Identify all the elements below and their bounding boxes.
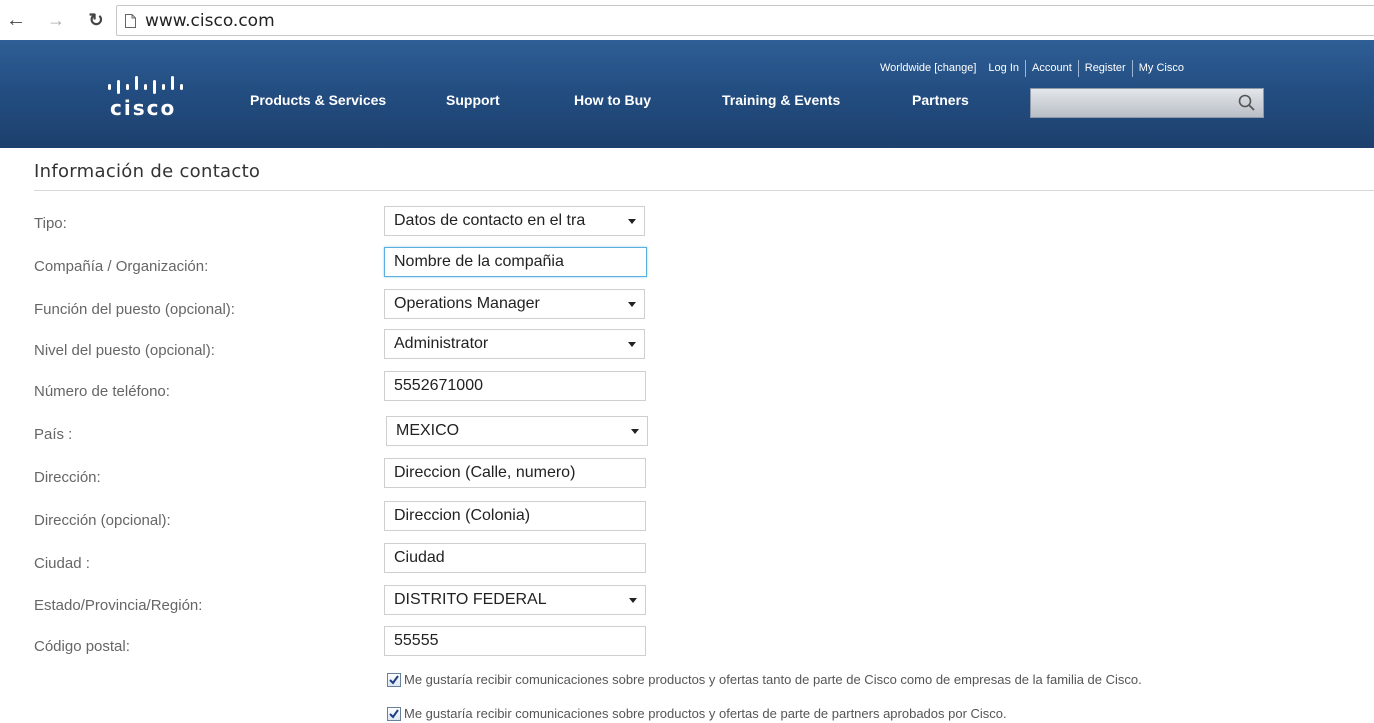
- forward-arrow-icon[interactable]: →: [44, 8, 68, 32]
- site-header: cisco Worldwide [change] Log In Account …: [0, 40, 1374, 148]
- account-link[interactable]: Account: [1026, 62, 1078, 74]
- tipo-select[interactable]: Datos de contacto en el tra: [384, 206, 645, 236]
- cisco-family-checkbox[interactable]: [387, 672, 401, 687]
- city-input[interactable]: Ciudad: [384, 543, 646, 573]
- url-text: www.cisco.com: [145, 10, 275, 31]
- cisco-logo[interactable]: cisco: [106, 74, 196, 122]
- cisco-family-consent-label: Me gustaría recibir comunicaciones sobre…: [404, 672, 1142, 687]
- company-input[interactable]: Nombre de la compañia: [384, 247, 647, 277]
- tipo-label: Tipo:: [34, 215, 67, 232]
- address2-value: Direccion (Colonia): [394, 507, 531, 524]
- back-arrow-icon[interactable]: ←: [4, 8, 28, 32]
- checkmark-icon: [389, 708, 399, 719]
- nav-products-services[interactable]: Products & Services: [250, 92, 386, 108]
- postal-code-input[interactable]: 55555: [384, 626, 646, 656]
- reload-icon[interactable]: ↻: [84, 8, 108, 32]
- job-function-label: Función del puesto (opcional):: [34, 301, 235, 318]
- utility-links: Worldwide [change] Log In Account Regist…: [874, 59, 1190, 77]
- checkmark-icon: [389, 674, 399, 685]
- browser-toolbar: ← → ↻ www.cisco.com: [0, 0, 1374, 40]
- address-input[interactable]: Direccion (Calle, numero): [384, 458, 646, 488]
- section-divider: [34, 190, 1374, 191]
- job-level-select[interactable]: Administrator: [384, 329, 645, 359]
- chevron-down-icon: [628, 341, 636, 347]
- section-title: Información de contacto: [34, 161, 261, 182]
- partners-checkbox[interactable]: [387, 706, 401, 721]
- postal-code-value: 55555: [394, 632, 439, 649]
- address-bar[interactable]: www.cisco.com: [116, 5, 1374, 36]
- cisco-bars-icon: [108, 76, 183, 94]
- nav-training-events[interactable]: Training & Events: [722, 92, 840, 108]
- chevron-down-icon: [628, 218, 636, 224]
- phone-input[interactable]: 5552671000: [384, 371, 646, 401]
- page-icon: [125, 13, 136, 28]
- phone-value: 5552671000: [394, 377, 483, 394]
- nav-support[interactable]: Support: [446, 92, 500, 108]
- job-function-value: Operations Manager: [394, 295, 540, 312]
- worldwide-link[interactable]: Worldwide [change]: [874, 62, 982, 74]
- register-link[interactable]: Register: [1079, 62, 1132, 74]
- chevron-down-icon: [631, 428, 639, 434]
- nav-how-to-buy[interactable]: How to Buy: [574, 92, 651, 108]
- company-value: Nombre de la compañia: [394, 253, 564, 270]
- chevron-down-icon: [628, 301, 636, 307]
- company-label: Compañía / Organización:: [34, 258, 209, 275]
- state-label: Estado/Provincia/Región:: [34, 597, 203, 614]
- cisco-wordmark: cisco: [110, 96, 177, 120]
- city-value: Ciudad: [394, 549, 445, 566]
- country-select[interactable]: MEXICO: [386, 416, 648, 446]
- search-icon[interactable]: [1237, 93, 1257, 113]
- job-level-value: Administrator: [394, 335, 489, 352]
- tipo-value: Datos de contacto en el tra: [394, 212, 586, 229]
- address-label: Dirección:: [34, 469, 101, 486]
- address-value: Direccion (Calle, numero): [394, 464, 576, 481]
- postal-code-label: Código postal:: [34, 638, 130, 655]
- country-value: MEXICO: [396, 422, 460, 439]
- address2-input[interactable]: Direccion (Colonia): [384, 501, 646, 531]
- city-label: Ciudad :: [34, 555, 90, 572]
- phone-label: Número de teléfono:: [34, 383, 170, 400]
- job-level-label: Nivel del puesto (opcional):: [34, 342, 215, 359]
- partners-consent: Me gustaría recibir comunicaciones sobre…: [387, 706, 1007, 721]
- job-function-select[interactable]: Operations Manager: [384, 289, 645, 319]
- state-select[interactable]: DISTRITO FEDERAL: [384, 585, 646, 615]
- country-label: País :: [34, 426, 73, 443]
- cisco-family-consent: Me gustaría recibir comunicaciones sobre…: [387, 672, 1142, 687]
- search-input[interactable]: [1030, 88, 1264, 118]
- partners-consent-label: Me gustaría recibir comunicaciones sobre…: [404, 706, 1007, 721]
- state-value: DISTRITO FEDERAL: [394, 591, 547, 608]
- chevron-down-icon: [629, 597, 637, 603]
- address2-label: Dirección (opcional):: [34, 512, 171, 529]
- login-link[interactable]: Log In: [982, 62, 1025, 74]
- my-cisco-link[interactable]: My Cisco: [1133, 62, 1190, 74]
- nav-partners[interactable]: Partners: [912, 92, 969, 108]
